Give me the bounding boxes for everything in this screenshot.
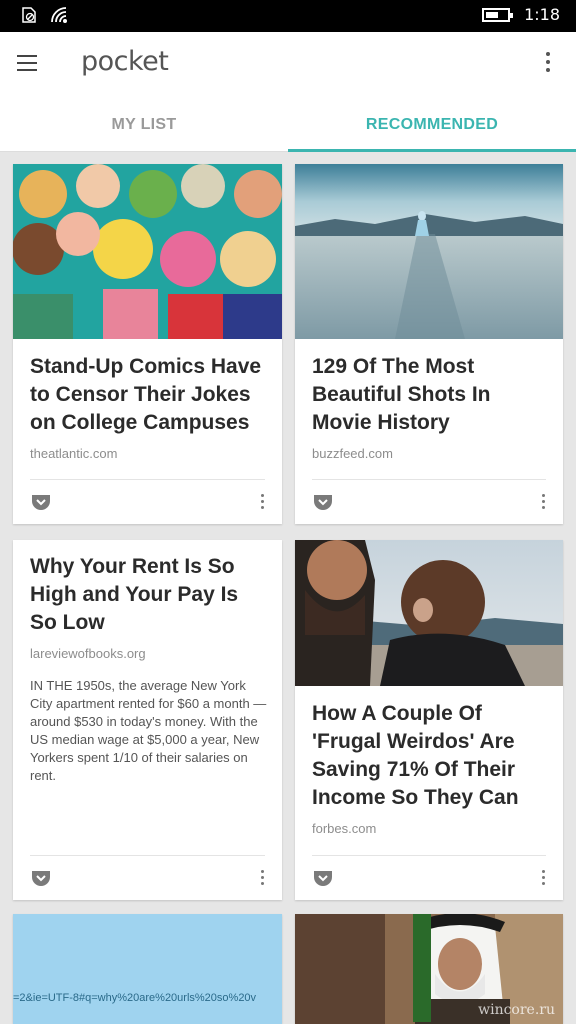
more-options-icon[interactable] (258, 494, 266, 512)
article-card[interactable]: =2&ie=UTF-8#q=why%20are%20urls%20so%20v (13, 914, 282, 1024)
app-bar: pocket (0, 32, 576, 96)
pocket-save-icon[interactable] (313, 869, 333, 887)
article-card[interactable]: Stand-Up Comics Have to Censor Their Jok… (13, 164, 282, 524)
pocket-save-icon[interactable] (313, 493, 333, 511)
watermark: wincore.ru (478, 1002, 555, 1018)
overflow-menu-icon[interactable] (540, 52, 556, 76)
status-bar: 1:18 (0, 0, 576, 32)
image-url-text: =2&ie=UTF-8#q=why%20are%20urls%20so%20v (13, 992, 257, 1004)
tab-recommended[interactable]: RECOMMENDED (288, 96, 576, 152)
divider (312, 479, 546, 480)
wifi-signal-icon (51, 7, 67, 23)
article-title[interactable]: 129 Of The Most Beautiful Shots In Movie… (312, 353, 550, 437)
hamburger-menu-icon[interactable] (17, 55, 37, 71)
article-image (295, 164, 563, 339)
article-source: forbes.com (312, 821, 377, 836)
divider (30, 479, 265, 480)
more-options-icon[interactable] (258, 870, 266, 888)
article-title[interactable]: How A Couple Of 'Frugal Weirdos' Are Sav… (312, 700, 550, 812)
article-card[interactable]: Why Your Rent Is So High and Your Pay Is… (13, 540, 282, 900)
pocket-save-icon[interactable] (31, 493, 51, 511)
article-card[interactable]: wincore.ru (295, 914, 563, 1024)
article-source: lareviewofbooks.org (30, 646, 146, 661)
pocket-save-icon[interactable] (31, 869, 51, 887)
more-options-icon[interactable] (539, 494, 547, 512)
no-sim-icon (22, 7, 36, 23)
article-image: wincore.ru (295, 914, 563, 1024)
pocket-logo: pocket (81, 46, 169, 77)
more-options-icon[interactable] (539, 870, 547, 888)
clock: 1:18 (524, 5, 560, 24)
article-excerpt: IN THE 1950s, the average New York City … (30, 678, 267, 783)
article-title[interactable]: Why Your Rent Is So High and Your Pay Is… (30, 553, 268, 637)
divider (30, 855, 265, 856)
article-source: buzzfeed.com (312, 446, 393, 461)
article-image (13, 164, 282, 339)
article-card[interactable]: How A Couple Of 'Frugal Weirdos' Are Sav… (295, 540, 563, 900)
article-source: theatlantic.com (30, 446, 118, 461)
article-image (295, 540, 563, 686)
battery-icon (482, 7, 514, 22)
article-card[interactable]: 129 Of The Most Beautiful Shots In Movie… (295, 164, 563, 524)
article-image: =2&ie=UTF-8#q=why%20are%20urls%20so%20v (13, 914, 282, 1024)
divider (312, 855, 546, 856)
article-title[interactable]: Stand-Up Comics Have to Censor Their Jok… (30, 353, 268, 437)
tab-bar: MY LIST RECOMMENDED (0, 96, 576, 152)
tab-my-list[interactable]: MY LIST (0, 96, 288, 152)
